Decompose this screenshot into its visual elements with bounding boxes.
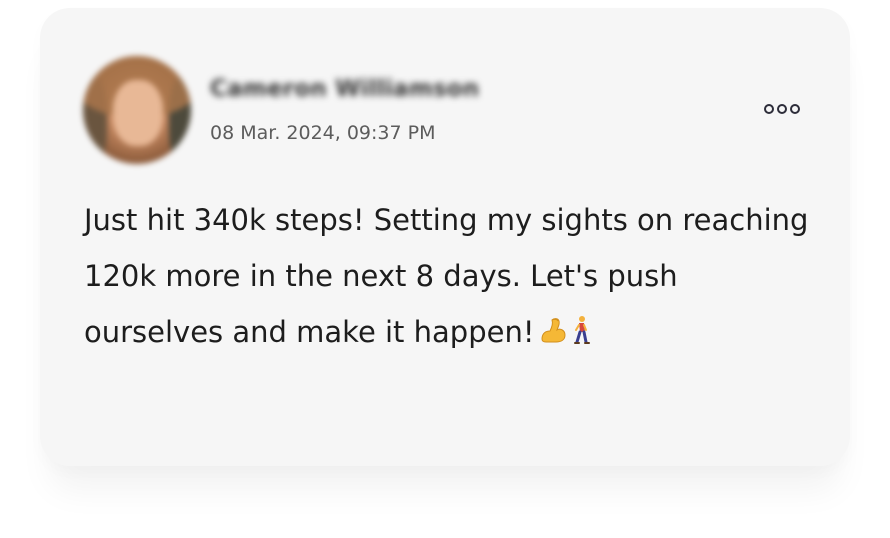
more-options-button[interactable] [760, 96, 804, 122]
avatar[interactable] [83, 56, 191, 164]
post-card: Cameron Williamson 08 Mar. 2024, 09:37 P… [40, 8, 850, 466]
post-body-text: Just hit 340k steps! Setting my sights o… [84, 203, 809, 349]
person-walking-icon [570, 307, 592, 363]
more-options-icon [764, 104, 774, 114]
flexed-biceps-icon [538, 307, 568, 363]
post-timestamp: 08 Mar. 2024, 09:37 PM [210, 122, 436, 144]
author-name[interactable]: Cameron Williamson [210, 76, 479, 102]
post-body: Just hit 340k steps! Setting my sights o… [84, 192, 814, 363]
